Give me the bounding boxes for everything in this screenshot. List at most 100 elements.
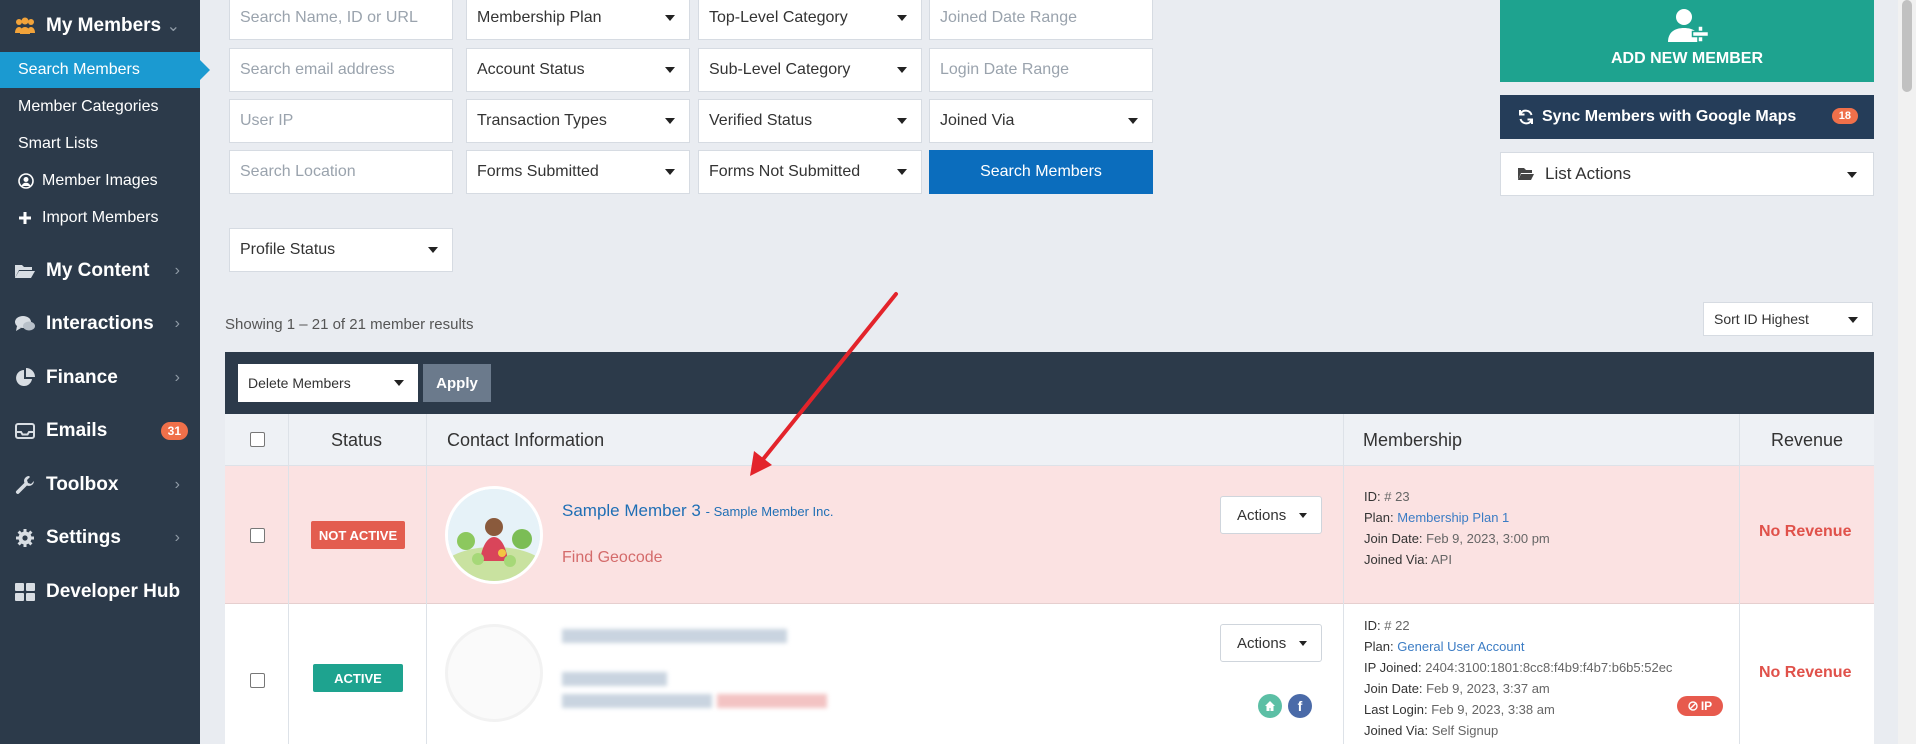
find-geocode-link[interactable]: Find Geocode xyxy=(562,549,663,567)
sidebar-item-my-content[interactable]: My Content › xyxy=(0,251,200,291)
plan-line: Plan: General User Account xyxy=(1364,636,1672,657)
search-email-input[interactable]: Search email address xyxy=(229,48,453,92)
plus-icon xyxy=(18,211,34,225)
member-id: # 23 xyxy=(1384,489,1410,504)
redacted-text xyxy=(562,672,667,686)
apply-button[interactable]: Apply xyxy=(423,364,491,402)
select-value: Sub-Level Category xyxy=(709,61,851,78)
search-name-input[interactable]: Search Name, ID or URL xyxy=(229,0,453,40)
header-status: Status xyxy=(331,429,383,450)
pie-chart-icon xyxy=(14,368,36,388)
joined-date-range-input[interactable]: Joined Date Range xyxy=(929,0,1153,40)
row-checkbox[interactable] xyxy=(250,528,265,543)
caret-down-icon xyxy=(1299,641,1307,646)
gear-icon xyxy=(14,528,36,548)
sync-count-badge: 18 xyxy=(1831,108,1858,124)
account-status-select[interactable]: Account Status xyxy=(466,48,690,92)
search-location-input[interactable]: Search Location xyxy=(229,150,453,194)
joined-via-line: Joined Via: Self Signup xyxy=(1364,720,1672,741)
sidebar-label: My Content xyxy=(46,260,150,281)
wrench-icon xyxy=(14,475,36,495)
member-id: # 22 xyxy=(1384,618,1410,633)
sub-level-category-select[interactable]: Sub-Level Category xyxy=(698,48,922,92)
join-date-line: Join Date: Feb 9, 2023, 3:00 pm xyxy=(1364,528,1550,549)
plan-label: Plan: xyxy=(1364,510,1394,525)
chevron-right-icon: › xyxy=(174,369,180,386)
top-level-category-select[interactable]: Top-Level Category xyxy=(698,0,922,40)
sidebar-item-member-categories[interactable]: Member Categories xyxy=(0,89,200,125)
sidebar-item-smart-lists[interactable]: Smart Lists xyxy=(0,126,200,162)
joined-via-select[interactable]: Joined Via xyxy=(929,99,1153,143)
sidebar-item-emails[interactable]: Emails 31 xyxy=(0,411,200,451)
caret-down-icon xyxy=(665,118,675,124)
sort-select[interactable]: Sort ID Highest xyxy=(1703,302,1873,336)
verified-status-select[interactable]: Verified Status xyxy=(698,99,922,143)
facebook-icon[interactable]: f xyxy=(1288,694,1312,718)
join-label: Join Date: xyxy=(1364,681,1423,696)
last-login-line: Last Login: Feb 9, 2023, 3:38 am xyxy=(1364,699,1672,720)
join-label: Join Date: xyxy=(1364,531,1423,546)
joined-via-line: Joined Via: API xyxy=(1364,549,1550,570)
sidebar-label: Developer Hub xyxy=(46,581,181,602)
plan-link[interactable]: General User Account xyxy=(1397,639,1524,654)
select-all-checkbox[interactable] xyxy=(250,432,265,447)
sidebar-item-settings[interactable]: Settings › xyxy=(0,518,200,558)
add-new-member-button[interactable]: ADD NEW MEMBER xyxy=(1500,0,1874,82)
page-scrollbar[interactable] xyxy=(1898,0,1916,744)
sidebar-item-my-members[interactable]: My Members ⌄ xyxy=(0,6,200,46)
sync-label: Sync Members with Google Maps xyxy=(1542,108,1797,125)
profile-status-select[interactable]: Profile Status xyxy=(229,228,453,272)
chevron-right-icon: › xyxy=(174,529,180,546)
member-avatar[interactable] xyxy=(445,624,543,722)
membership-plan-select[interactable]: Membership Plan xyxy=(466,0,690,40)
search-members-button[interactable]: Search Members xyxy=(929,150,1153,194)
scrollbar-thumb[interactable] xyxy=(1902,0,1912,92)
select-value: Top-Level Category xyxy=(709,9,848,26)
forms-not-submitted-select[interactable]: Forms Not Submitted xyxy=(698,150,922,194)
member-name: Sample Member 3 xyxy=(562,501,701,520)
member-avatar[interactable] xyxy=(445,486,543,584)
ip-address: 2404:3100:1801:8cc8:f4b9:f4b7:b6b5:52ec xyxy=(1425,660,1673,675)
bulk-action-select[interactable]: Delete Members xyxy=(238,364,418,402)
column-divider xyxy=(288,414,289,744)
folder-open-icon xyxy=(1517,167,1535,181)
sidebar-item-toolbox[interactable]: Toolbox › xyxy=(0,465,200,505)
comments-icon xyxy=(14,315,36,333)
caret-down-icon xyxy=(1299,513,1307,518)
caret-down-icon xyxy=(1848,317,1858,323)
row-actions-dropdown[interactable]: Actions xyxy=(1220,624,1322,662)
sidebar-item-interactions[interactable]: Interactions › xyxy=(0,304,200,344)
sync-google-maps-button[interactable]: Sync Members with Google Maps 18 xyxy=(1500,95,1874,139)
row-actions-dropdown[interactable]: Actions xyxy=(1220,496,1322,534)
member-name-link[interactable]: Sample Member 3 - Sample Member Inc. xyxy=(562,501,834,521)
list-actions-dropdown[interactable]: List Actions xyxy=(1500,152,1874,196)
sidebar-item-finance[interactable]: Finance › xyxy=(0,358,200,398)
via-label: Joined Via: xyxy=(1364,552,1429,567)
user-ip-input[interactable]: User IP xyxy=(229,99,453,143)
sidebar-item-developer-hub[interactable]: Developer Hub xyxy=(0,572,200,612)
caret-down-icon xyxy=(665,67,675,73)
home-icon[interactable] xyxy=(1258,694,1282,718)
select-value: Profile Status xyxy=(240,241,336,258)
plan-link[interactable]: Membership Plan 1 xyxy=(1397,510,1509,525)
header-contact-information: Contact Information xyxy=(447,429,605,450)
actions-label: Actions xyxy=(1237,506,1287,524)
column-divider xyxy=(1343,414,1344,744)
select-value: Joined Via xyxy=(940,112,1015,129)
join-date: Feb 9, 2023, 3:37 am xyxy=(1426,681,1550,696)
sidebar-item-search-members[interactable]: Search Members xyxy=(0,52,210,88)
table-row: NOT ACTIVE Sample Member 3 - Sample Memb… xyxy=(225,466,1874,604)
sidebar-item-member-images[interactable]: Member Images xyxy=(0,163,200,199)
select-value: Account Status xyxy=(477,61,585,78)
login-date-range-input[interactable]: Login Date Range xyxy=(929,48,1153,92)
id-label: ID: xyxy=(1364,618,1381,633)
row-checkbox[interactable] xyxy=(250,673,265,688)
ip-ban-button[interactable]: IP xyxy=(1677,696,1723,716)
sidebar-sub-label: Member Categories xyxy=(18,98,159,115)
sidebar-item-import-members[interactable]: Import Members xyxy=(0,200,200,236)
transaction-types-select[interactable]: Transaction Types xyxy=(466,99,690,143)
inbox-icon xyxy=(14,423,36,439)
forms-submitted-select[interactable]: Forms Submitted xyxy=(466,150,690,194)
caret-down-icon xyxy=(665,169,675,175)
joined-via: API xyxy=(1431,552,1452,567)
